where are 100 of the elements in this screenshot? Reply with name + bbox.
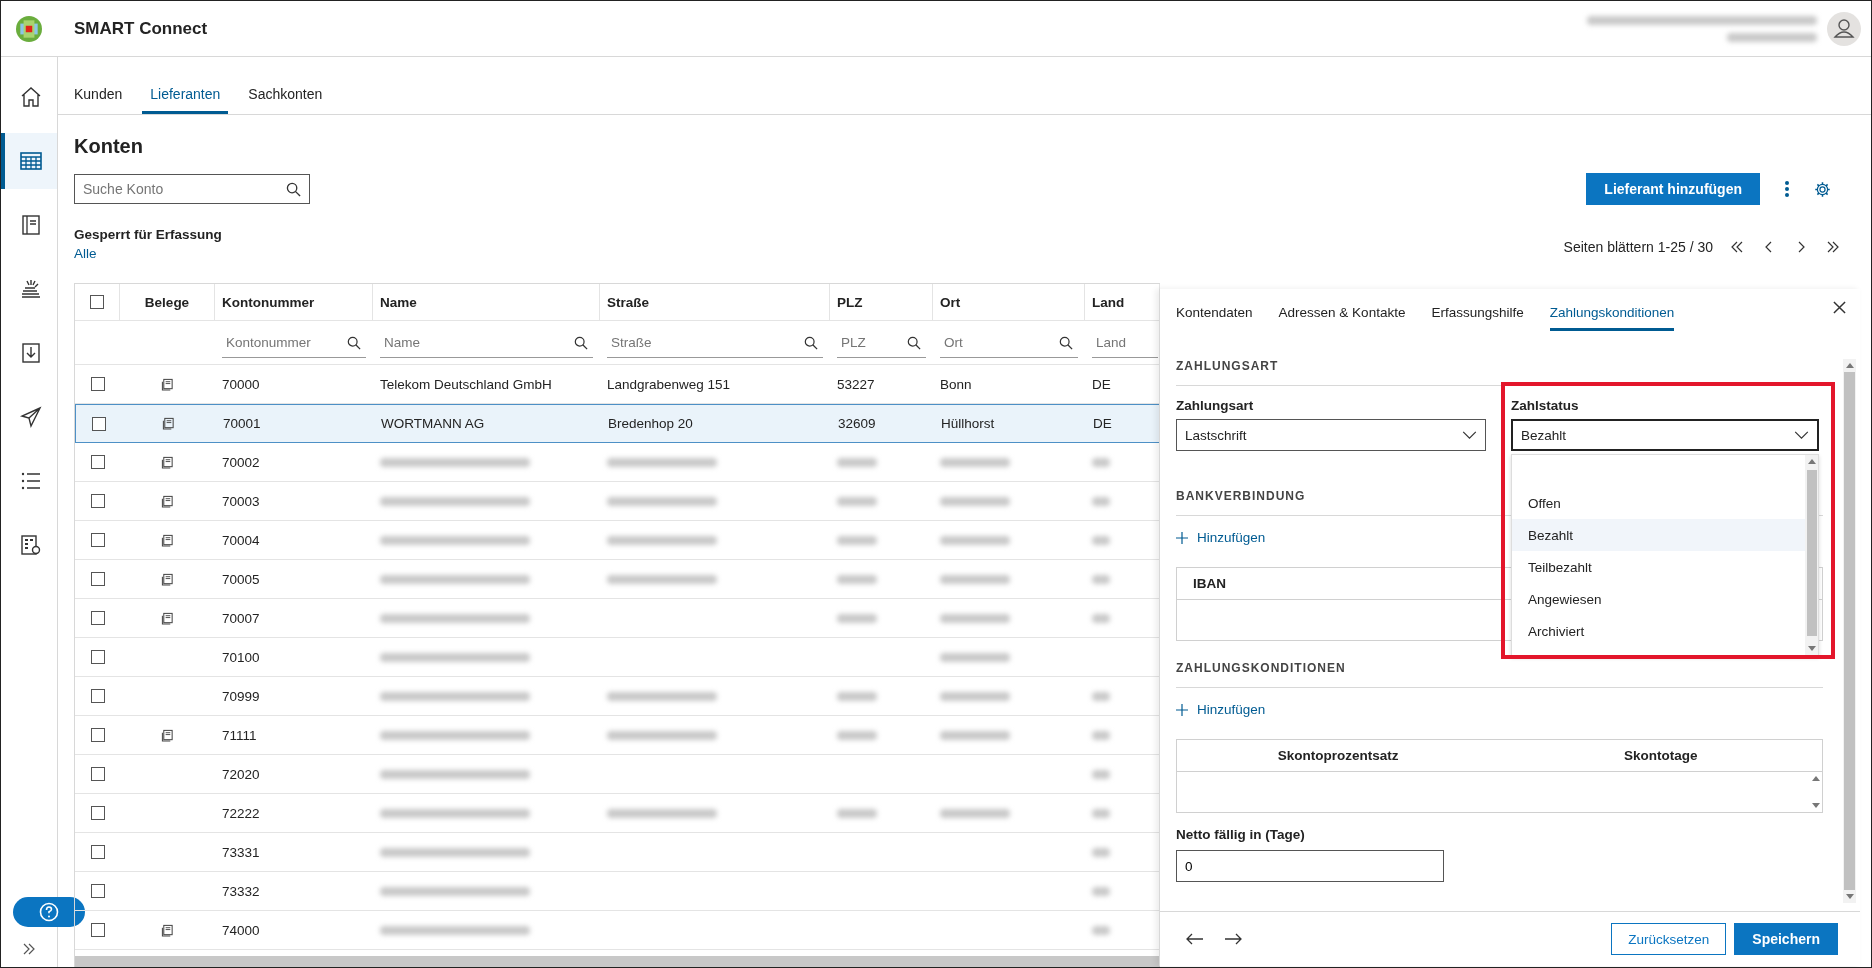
filter-link[interactable]: Alle [74, 246, 222, 261]
checkbox[interactable] [90, 845, 105, 859]
horizontal-scrollbar[interactable] [75, 956, 1160, 967]
search-icon [286, 182, 301, 197]
column-header[interactable]: Kontonummer [222, 294, 315, 310]
tab[interactable]: Lieferanten [142, 57, 229, 114]
add-link[interactable]: Hinzufügen [1176, 702, 1266, 717]
plus-icon [1176, 531, 1188, 544]
column-filter-field[interactable]: Ort [940, 327, 1078, 358]
document-icon[interactable] [161, 455, 174, 469]
column-filter-field[interactable]: Kontonummer [222, 327, 366, 358]
user-avatar-icon[interactable] [1827, 11, 1861, 46]
table-cell: 32609 [838, 416, 876, 431]
expand-icon[interactable] [21, 941, 37, 957]
column-header[interactable]: PLZ [837, 294, 863, 310]
dropdown-option[interactable]: Archiviert [1512, 615, 1805, 647]
checkbox[interactable] [90, 295, 104, 309]
add-supplier-button[interactable]: Lieferant hinzufügen [1586, 173, 1760, 205]
checkbox[interactable] [90, 650, 105, 664]
document-icon[interactable] [161, 533, 174, 547]
payment-type-select[interactable]: Lastschrift [1176, 419, 1486, 451]
search-icon [574, 335, 588, 350]
dropdown-option[interactable]: Bezahlt [1512, 519, 1805, 551]
table-row[interactable]: 70005 [75, 560, 1160, 599]
tab[interactable]: Adressen & Kontakte [1278, 293, 1406, 331]
tab[interactable]: Kunden [66, 57, 131, 114]
checkbox[interactable] [90, 494, 105, 508]
tab[interactable]: Sachkonten [240, 57, 331, 114]
column-header[interactable]: Name [380, 294, 417, 310]
checkbox[interactable] [90, 689, 105, 703]
checkbox[interactable] [91, 416, 106, 431]
dropdown-option[interactable]: Angewiesen [1512, 583, 1805, 615]
document-icon[interactable] [161, 611, 174, 625]
table-row[interactable]: 72020 [75, 755, 1160, 794]
column-header[interactable]: Straße [607, 294, 650, 310]
search-icon [907, 335, 921, 350]
column-filter-field[interactable]: PLZ [837, 327, 926, 358]
table-row[interactable]: 73331 [75, 833, 1160, 872]
last-page-icon[interactable] [1825, 239, 1841, 255]
save-button[interactable]: Speichern [1734, 923, 1838, 955]
table-row[interactable]: 70001 WORTMANN AG Bredenhop 20 32609 Hüllhorst DE [75, 404, 1160, 443]
checkbox[interactable] [90, 533, 105, 547]
document-icon[interactable] [162, 417, 175, 430]
document-icon[interactable] [161, 728, 174, 742]
tab[interactable]: Erfassungshilfe [1431, 293, 1524, 331]
column-filter-field[interactable]: Name [380, 327, 593, 358]
table-row[interactable]: 72222 [75, 794, 1160, 833]
reset-button[interactable]: Zurücksetzen [1611, 923, 1727, 955]
checkbox[interactable] [90, 884, 105, 898]
column-header[interactable]: Ort [940, 294, 961, 310]
settings-icon[interactable] [1814, 180, 1831, 198]
help-button[interactable] [13, 897, 85, 927]
table-cell: 72222 [222, 805, 260, 821]
table-cell: Bonn [940, 376, 972, 392]
table-row[interactable]: 70100 [75, 638, 1160, 677]
vertical-scrollbar[interactable] [1843, 359, 1856, 903]
table-cell: 73331 [222, 844, 260, 860]
table-row[interactable]: 74000 [75, 911, 1160, 950]
column-header[interactable]: Land [1092, 294, 1125, 310]
more-icon[interactable] [1782, 179, 1792, 199]
dropdown-option[interactable]: Offen [1512, 487, 1805, 519]
document-icon[interactable] [161, 377, 174, 391]
sidebar-item[interactable] [1, 133, 57, 189]
scrollbar[interactable] [1805, 455, 1818, 655]
section-heading: ZAHLUNGSART [1176, 359, 1280, 373]
document-icon[interactable] [161, 494, 174, 508]
close-icon[interactable] [1833, 300, 1846, 314]
dropdown-option[interactable]: Teilbezahlt [1512, 551, 1805, 583]
checkbox[interactable] [90, 611, 105, 625]
column-header: IBAN [1192, 576, 1227, 591]
column-filter-field[interactable]: Land [1092, 327, 1158, 358]
first-page-icon[interactable] [1729, 239, 1745, 255]
checkbox[interactable] [90, 377, 105, 391]
forward-arrow-icon[interactable] [1224, 933, 1242, 945]
checkbox[interactable] [90, 923, 105, 937]
table-row[interactable]: 70007 [75, 599, 1160, 638]
table-row[interactable]: 70999 [75, 677, 1160, 716]
column-header[interactable]: Belege [144, 294, 190, 310]
search-field[interactable]: Suche Konto [74, 174, 310, 204]
payment-status-select[interactable]: Bezahlt [1511, 419, 1819, 451]
table-row[interactable]: 70002 [75, 443, 1160, 482]
table-cell: 73332 [222, 883, 260, 899]
checkbox[interactable] [90, 806, 105, 820]
checkbox[interactable] [90, 572, 105, 586]
table-row[interactable]: 71111 [75, 716, 1160, 755]
checkbox[interactable] [90, 767, 105, 781]
table-row[interactable]: 70003 [75, 482, 1160, 521]
add-link[interactable]: Hinzufügen [1176, 530, 1266, 545]
column-filter-field[interactable]: Straße [607, 327, 823, 358]
table-row[interactable]: 73332 [75, 872, 1160, 911]
days-input-field[interactable]: 0 [1176, 850, 1444, 882]
checkbox[interactable] [90, 728, 105, 742]
home-icon [19, 85, 43, 109]
document-icon[interactable] [161, 923, 174, 937]
checkbox[interactable] [90, 455, 105, 469]
tab[interactable]: Kontendaten [1176, 293, 1253, 331]
document-icon[interactable] [161, 572, 174, 586]
tab[interactable]: Zahlungskonditionen [1549, 293, 1675, 331]
back-arrow-icon[interactable] [1186, 933, 1204, 945]
table-row[interactable]: 70004 [75, 521, 1160, 560]
